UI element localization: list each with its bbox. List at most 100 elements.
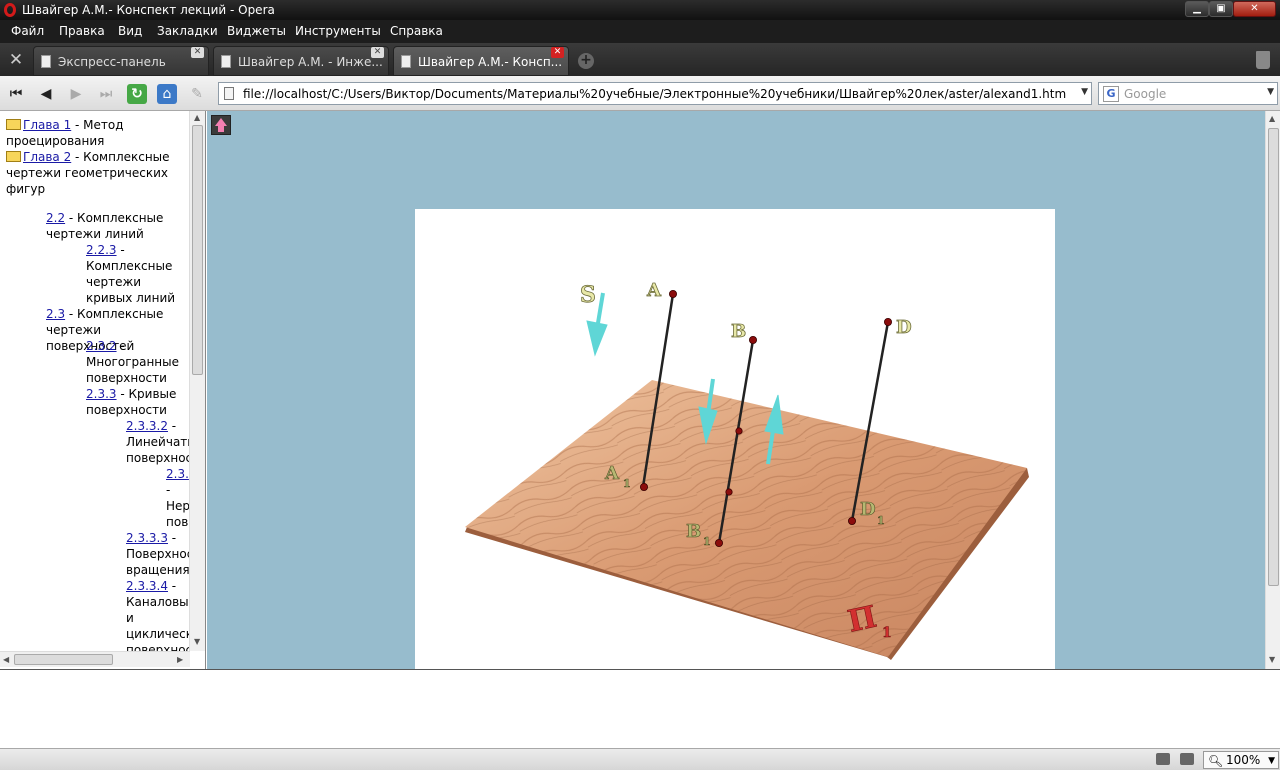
scroll-thumb[interactable]: [192, 125, 203, 375]
scroll-thumb[interactable]: [14, 654, 113, 665]
label-B1-sub: 1: [703, 535, 711, 548]
menu-bar: Файл Правка Вид Закладки Виджеты Инструм…: [0, 20, 1280, 43]
tab-label: Швайгер А.М.- Консп...: [418, 55, 563, 69]
content-frame: S A B D A 1 B 1 D 1 П 1: [207, 111, 1265, 669]
chevron-down-icon[interactable]: ▼: [1268, 753, 1275, 769]
section-2-2-3-link[interactable]: 2.2.3: [86, 243, 117, 257]
search-field[interactable]: G Google ▼: [1098, 82, 1278, 105]
point-B1: [714, 538, 723, 547]
menu-file[interactable]: Файл: [11, 24, 44, 38]
folder-icon: [6, 119, 21, 130]
toc-section-2-2: 2.2 - Комплексные чертежи линий: [46, 210, 186, 242]
edit-icon[interactable]: ✎: [187, 84, 207, 104]
reload-button[interactable]: ↻: [127, 84, 147, 104]
label-D1-sub: 1: [877, 514, 885, 527]
point-B-low: [725, 488, 733, 496]
search-placeholder[interactable]: Google: [1124, 87, 1166, 101]
rewind-button[interactable]: ⏮: [6, 84, 26, 104]
maximize-button[interactable]: ▣: [1209, 1, 1233, 17]
section-2-2-link[interactable]: 2.2: [46, 211, 65, 225]
home-button[interactable]: ⌂: [157, 84, 177, 104]
minimize-button[interactable]: ▁: [1185, 1, 1209, 17]
title-bar: Швайгер А.М.- Конспект лекций - Opera ▁ …: [0, 0, 1280, 20]
scroll-right-icon[interactable]: ▶: [177, 655, 183, 664]
panel-icon[interactable]: [1156, 753, 1170, 765]
tab-lectures-engineering[interactable]: Швайгер А.М. - Инже... ✕: [213, 46, 389, 76]
label-A1: A: [604, 463, 620, 484]
toc-vertical-scrollbar[interactable]: ▲ ▼: [189, 111, 205, 651]
point-labels: S A B D: [580, 280, 912, 343]
scroll-down-icon[interactable]: ▼: [194, 637, 200, 646]
page-icon: [401, 55, 411, 68]
toc-horizontal-scrollbar[interactable]: ◀ ▶: [0, 651, 190, 667]
menu-edit[interactable]: Правка: [59, 24, 105, 38]
close-window-button[interactable]: ✕: [1233, 1, 1276, 17]
tab-close-icon[interactable]: ✕: [551, 47, 564, 58]
label-D1: D: [860, 499, 876, 520]
forward-button[interactable]: ▶: [66, 84, 86, 104]
zoom-control[interactable]: 🔍︎ 100% ▼: [1203, 751, 1279, 769]
section-2-3-2-link[interactable]: 2.3.2: [86, 339, 117, 353]
section-2-3-3-4-link[interactable]: 2.3.3.4: [126, 579, 168, 593]
tab-label: Швайгер А.М. - Инже...: [238, 55, 383, 69]
tab-speed-dial[interactable]: Экспресс-панель ✕: [33, 46, 209, 76]
tab-label: Экспресс-панель: [58, 55, 166, 69]
section-2-3-link[interactable]: 2.3: [46, 307, 65, 321]
menu-bookmarks[interactable]: Закладки: [157, 24, 218, 38]
section-2-3-3-link[interactable]: 2.3.3: [86, 387, 117, 401]
projection-figure: S A B D A 1 B 1 D 1 П 1: [465, 280, 1029, 660]
page-icon: [41, 55, 51, 68]
toc-chapter-1: Глава 1 - Метод проецирования: [6, 117, 186, 149]
section-2-3-3-2-link[interactable]: 2.3.3.2: [126, 419, 168, 433]
toc-section-2-2-3: 2.2.3 - Комплексные чертежи кривых линий: [86, 242, 186, 306]
menu-help[interactable]: Справка: [390, 24, 443, 38]
section-2-3-3-1-link[interactable]: 2.3.: [166, 467, 189, 481]
toc-section-2-3-3-4: 2.3.3.4 - Каналовые и циклические поверх…: [126, 578, 189, 658]
fast-forward-button[interactable]: ⏭: [96, 84, 116, 104]
tab-close-icon[interactable]: ✕: [191, 47, 204, 58]
point-D1: [847, 516, 856, 525]
plane-grain: [465, 380, 1027, 657]
tools-icon[interactable]: ✕: [6, 50, 26, 70]
magnifier-icon: 🔍︎: [1208, 754, 1224, 768]
address-bar[interactable]: file://localhost/C:/Users/Виктор/Documen…: [218, 82, 1092, 105]
menu-view[interactable]: Вид: [118, 24, 142, 38]
tab-close-icon[interactable]: ✕: [371, 47, 384, 58]
google-icon[interactable]: G: [1103, 86, 1119, 102]
point-B-mid: [735, 427, 743, 435]
chevron-down-icon[interactable]: ▼: [1267, 87, 1274, 97]
trash-icon[interactable]: [1256, 51, 1270, 69]
chevron-down-icon[interactable]: ▼: [1081, 87, 1088, 97]
camera-icon[interactable]: [1180, 753, 1194, 765]
address-url[interactable]: file://localhost/C:/Users/Виктор/Documen…: [243, 87, 1066, 101]
content-vertical-scrollbar[interactable]: ▲ ▼: [1265, 111, 1280, 669]
toc-section-2-3-3-2: 2.3.3.2 - Линейчатые поверхности: [126, 418, 189, 466]
arrow-s-icon: [586, 320, 608, 357]
scroll-left-icon[interactable]: ◀: [3, 655, 9, 664]
point-B: [748, 336, 757, 345]
navigation-bar: ⏮ ◀ ▶ ⏭ ↻ ⌂ ✎ file://localhost/C:/Users/…: [0, 76, 1280, 111]
label-S: S: [580, 282, 596, 308]
menu-widgets[interactable]: Виджеты: [227, 24, 286, 38]
menu-tools[interactable]: Инструменты: [295, 24, 381, 38]
tab-lecture-notes[interactable]: Швайгер А.М.- Консп... ✕: [393, 46, 569, 76]
toc-frame: Глава 1 - Метод проецирования Глава 2 - …: [0, 111, 206, 669]
new-tab-button[interactable]: +: [578, 53, 594, 69]
label-Pi-sub: 1: [882, 625, 892, 641]
up-arrow-button[interactable]: [211, 115, 231, 135]
scroll-up-icon[interactable]: ▲: [194, 113, 200, 122]
chapter-2-link[interactable]: Глава 2: [23, 150, 71, 164]
label-A1-sub: 1: [623, 477, 631, 490]
projection-illustration: S A B D A 1 B 1 D 1 П 1: [415, 209, 1055, 669]
chapter-1-link[interactable]: Глава 1: [23, 118, 71, 132]
scroll-thumb[interactable]: [1268, 128, 1279, 586]
section-2-3-3-3-link[interactable]: 2.3.3.3: [126, 531, 168, 545]
folder-icon: [6, 151, 21, 162]
scroll-down-icon[interactable]: ▼: [1269, 655, 1275, 664]
scroll-up-icon[interactable]: ▲: [1269, 114, 1275, 123]
label-A: A: [646, 280, 662, 301]
back-button[interactable]: ◀: [36, 84, 56, 104]
toc-section-2-3-3: 2.3.3 - Кривые поверхности: [86, 386, 186, 418]
page-icon: [221, 55, 231, 68]
toc-section-2-3-3-3: 2.3.3.3 - Поверхности вращения: [126, 530, 189, 578]
